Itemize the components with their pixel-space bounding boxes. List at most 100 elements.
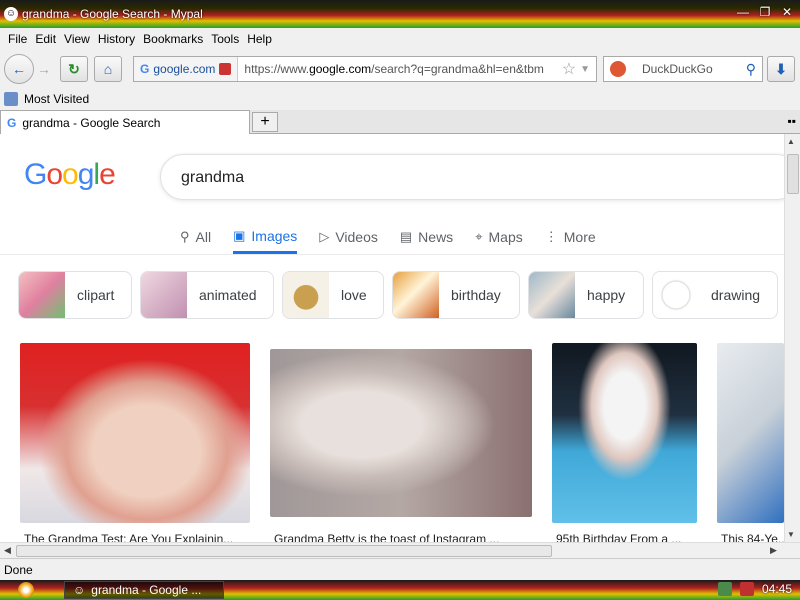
search-query: grandma	[181, 169, 245, 186]
result-caption[interactable]: Grandma Betty is the toast of Instagram …	[274, 532, 532, 542]
google-logo[interactable]: Google	[24, 158, 116, 192]
chip-drawing[interactable]: drawing	[652, 271, 778, 319]
mypal-app-icon: ☺	[73, 583, 86, 597]
downloads-button[interactable]: ⬇	[767, 56, 795, 82]
duckduckgo-icon[interactable]	[610, 61, 626, 77]
tab-title: grandma - Google Search	[22, 115, 161, 130]
scroll-down-icon[interactable]: ▼	[787, 530, 795, 539]
chip-clipart[interactable]: clipart	[18, 271, 132, 319]
tab-maps[interactable]: ⌖ Maps	[475, 220, 523, 254]
taskbar-window-item[interactable]: ☺ grandma - Google ...	[64, 581, 224, 599]
result-caption[interactable]: The Grandma Test: Are You Explainin...	[24, 532, 250, 542]
url-text[interactable]: https://www.google.com/search?q=grandma&…	[238, 62, 548, 76]
scroll-up-icon[interactable]: ▲	[787, 137, 795, 146]
chip-label: clipart	[77, 287, 115, 303]
url-dropdown-icon[interactable]: ▼	[580, 64, 590, 75]
all-tabs-icon[interactable]: ▪▪	[787, 114, 796, 128]
tab-label: News	[418, 229, 454, 245]
close-icon[interactable]: ✕	[780, 5, 794, 19]
chip-thumbnail	[653, 272, 699, 318]
menu-help[interactable]: Help	[243, 32, 276, 46]
news-icon: ▤	[399, 229, 413, 244]
search-icon[interactable]: ⚲	[746, 61, 756, 78]
tabs-divider	[0, 254, 784, 255]
menu-tools[interactable]: Tools	[207, 32, 243, 46]
image-result[interactable]	[552, 343, 697, 523]
status-text: Done	[4, 562, 33, 577]
tab-images[interactable]: ▣ Images	[233, 220, 298, 254]
tab-label: Videos	[335, 229, 378, 245]
tab-news[interactable]: ▤ News	[400, 220, 453, 254]
tab-label: Images	[251, 227, 298, 244]
chip-thumbnail	[283, 272, 329, 318]
vertical-scrollbar[interactable]: ▲ ▼	[784, 134, 800, 542]
back-button[interactable]: ←	[4, 54, 34, 84]
result-caption[interactable]: 95th Birthday From a ...	[556, 532, 697, 542]
tab-bar: G grandma - Google Search + ▪▪	[0, 110, 800, 134]
image-result[interactable]	[717, 343, 784, 523]
menu-file[interactable]: File	[4, 32, 31, 46]
tab-videos[interactable]: ▷ Videos	[319, 220, 378, 254]
reload-button[interactable]: ↻	[60, 56, 88, 82]
download-arrow-icon: ⬇	[775, 60, 787, 77]
tab-all[interactable]: ⚲ All	[180, 220, 211, 254]
bookmark-star-icon[interactable]: ☆	[562, 59, 576, 79]
chip-love[interactable]: love	[282, 271, 384, 319]
tab-more[interactable]: ⋮ More	[545, 220, 596, 254]
site-identity[interactable]: G google.com	[134, 57, 239, 81]
network-icon[interactable]	[717, 582, 732, 596]
minimize-icon[interactable]: —	[736, 5, 750, 19]
chip-thumbnail	[19, 272, 65, 318]
forward-arrow-icon: →	[37, 61, 51, 77]
start-button[interactable]	[18, 582, 34, 598]
window-controls: — ❐ ✕	[736, 5, 794, 19]
most-visited-icon	[4, 92, 18, 106]
result-image	[717, 343, 784, 523]
scroll-right-icon[interactable]: ▶	[770, 545, 777, 556]
scroll-left-icon[interactable]: ◀	[4, 545, 11, 556]
chip-thumbnail	[529, 272, 575, 318]
search-icon: ⚲	[180, 229, 190, 244]
image-result[interactable]	[270, 349, 532, 517]
result-image	[20, 343, 250, 523]
most-visited-bookmark[interactable]: Most Visited	[24, 92, 89, 106]
horizontal-scroll-thumb[interactable]	[16, 545, 552, 557]
vertical-scroll-thumb[interactable]	[787, 154, 799, 194]
image-result[interactable]	[20, 343, 250, 523]
result-image	[270, 349, 532, 517]
chip-thumbnail	[141, 272, 187, 318]
logo-letter: o	[46, 158, 63, 191]
taskbar-window-title: grandma - Google ...	[91, 583, 202, 597]
back-arrow-icon: ←	[12, 61, 26, 77]
chip-happy[interactable]: happy	[528, 271, 644, 319]
restore-icon[interactable]: ❐	[758, 5, 772, 19]
search-bar[interactable]: DuckDuckGo ⚲	[603, 56, 763, 82]
tab-label: More	[563, 229, 596, 245]
security-shield-icon[interactable]	[739, 582, 754, 596]
forward-button[interactable]: →	[34, 56, 54, 82]
tab-label: Maps	[488, 229, 523, 245]
menu-bookmarks[interactable]: Bookmarks	[139, 32, 207, 46]
horizontal-scrollbar[interactable]: ◀ ▶	[0, 542, 800, 558]
play-icon: ▷	[319, 229, 330, 244]
chip-birthday[interactable]: birthday	[392, 271, 520, 319]
clock[interactable]: 04:45	[762, 582, 792, 596]
chip-animated[interactable]: animated	[140, 271, 274, 319]
menu-history[interactable]: History	[94, 32, 139, 46]
tab-grandma[interactable]: G grandma - Google Search	[0, 110, 250, 134]
result-caption[interactable]: This 84-Ye...	[721, 532, 784, 542]
url-bar[interactable]: G google.com https://www.google.com/sear…	[133, 56, 597, 82]
google-search-input[interactable]: grandma	[160, 154, 784, 200]
more-vert-icon: ⋮	[544, 229, 558, 244]
image-icon: ▣	[233, 227, 246, 243]
menu-view[interactable]: View	[60, 32, 94, 46]
identity-domain: google.com	[153, 62, 216, 76]
related-chips: clipart animated love birthday happy dra…	[18, 271, 778, 319]
mypal-app-icon: ☺	[4, 7, 18, 21]
home-button[interactable]: ⌂	[94, 56, 122, 82]
menu-edit[interactable]: Edit	[31, 32, 60, 46]
status-bar: Done	[0, 558, 800, 580]
chip-thumbnail	[393, 272, 439, 318]
new-tab-button[interactable]: +	[252, 112, 278, 132]
logo-letter: e	[99, 158, 116, 191]
